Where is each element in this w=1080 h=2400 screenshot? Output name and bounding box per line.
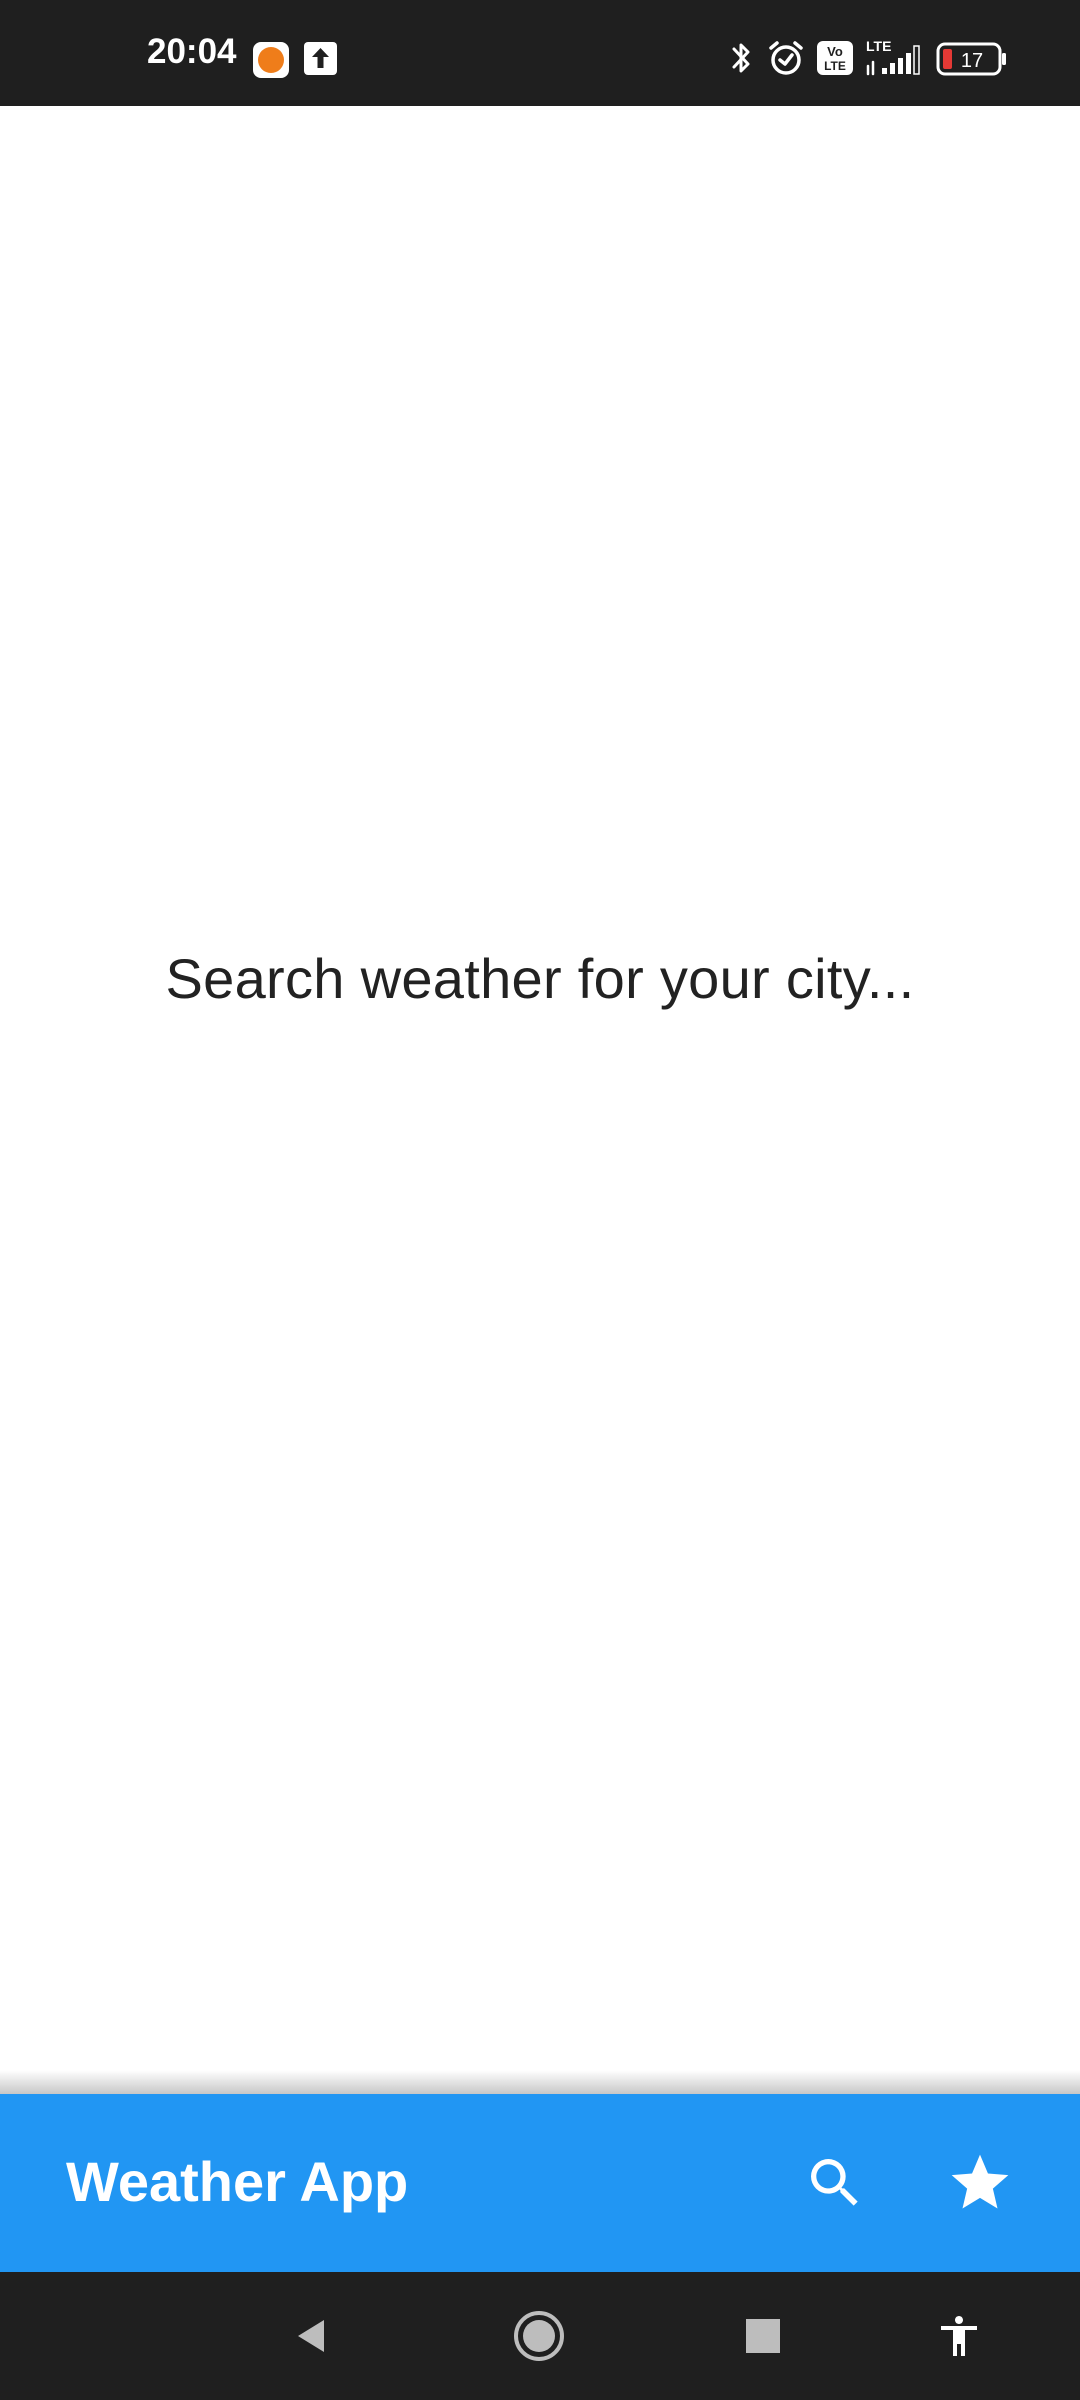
back-button[interactable]: [262, 2286, 362, 2386]
empty-state-message: Search weather for your city...: [165, 947, 915, 1010]
accessibility-button[interactable]: [909, 2286, 1009, 2386]
star-icon: [951, 2154, 1009, 2209]
signal-icon: LTE: [866, 38, 920, 76]
recents-button[interactable]: [713, 2286, 813, 2386]
bluetooth-icon: [732, 43, 750, 73]
svg-text:Vo: Vo: [827, 44, 843, 59]
app-bar-shadow: [0, 2070, 1080, 2094]
svg-text:LTE: LTE: [824, 59, 846, 73]
accessibility-icon: [941, 2316, 977, 2356]
svg-text:17: 17: [961, 50, 983, 72]
favorites-button[interactable]: [925, 2128, 1035, 2238]
search-icon: [811, 2159, 858, 2206]
volte-icon: Vo LTE: [817, 41, 853, 75]
status-time: 20:04: [147, 32, 237, 71]
recents-icon: [746, 2319, 780, 2353]
upload-icon: [304, 42, 337, 75]
search-button[interactable]: [780, 2128, 890, 2238]
app-title: Weather App: [66, 2150, 409, 2213]
screen: 20:04 Vo LTE LTE 17 Search weather for y…: [0, 0, 1080, 2400]
app-notification-icon: [253, 42, 289, 78]
alarm-icon: [769, 41, 803, 75]
bottom-app-bar: Weather App: [0, 2094, 1080, 2272]
system-navigation-bar: [0, 2272, 1080, 2400]
status-bar: 20:04 Vo LTE LTE 17: [0, 0, 1080, 106]
home-button[interactable]: [489, 2286, 589, 2386]
back-icon: [298, 2320, 324, 2352]
home-icon: [514, 2311, 564, 2361]
battery-icon: 17: [936, 42, 1006, 76]
main-content: Search weather for your city...: [0, 106, 1080, 2094]
svg-text:LTE: LTE: [866, 38, 891, 54]
